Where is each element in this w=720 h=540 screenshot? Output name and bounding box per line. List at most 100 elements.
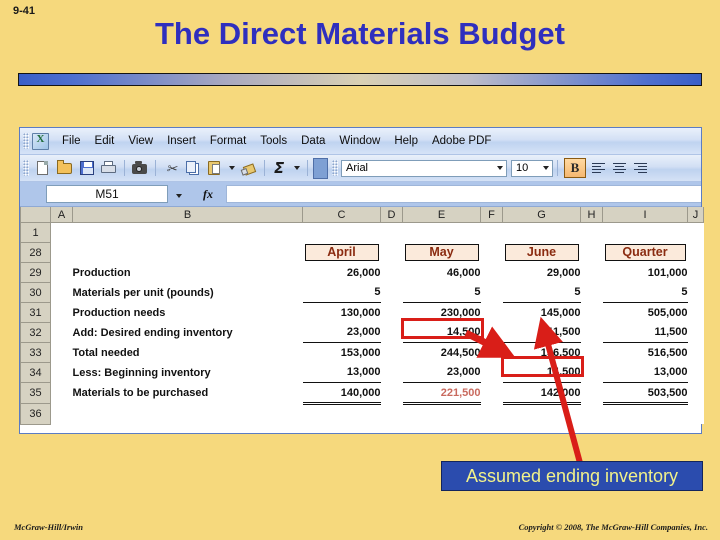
beginning-inventory-quarter[interactable]: 13,000: [602, 362, 688, 383]
autosum-sigma-icon[interactable]: Σ: [270, 159, 290, 178]
cell-blank[interactable]: [380, 222, 403, 243]
column-header-b[interactable]: B: [72, 207, 303, 223]
cell-blank[interactable]: [480, 362, 503, 383]
cell-blank[interactable]: [50, 242, 73, 263]
cell-blank[interactable]: [380, 282, 403, 303]
row-label-production[interactable]: Production: [72, 262, 303, 283]
menu-item-tools[interactable]: Tools: [253, 133, 294, 149]
spreadsheet-grid[interactable]: A B C D E F G H I J 1 28 April May June …: [20, 207, 704, 425]
insert-function-icon[interactable]: fx: [190, 187, 226, 202]
cell-blank[interactable]: [580, 262, 603, 283]
desired-ending-inventory-quarter[interactable]: 11,500: [602, 322, 688, 343]
cell-blank[interactable]: [687, 342, 704, 363]
cell-blank[interactable]: [50, 382, 73, 404]
cell-blank[interactable]: [687, 362, 704, 383]
cell-blank[interactable]: [480, 342, 503, 363]
total-needed-june[interactable]: 156,500: [502, 342, 581, 363]
materials-purchased-may[interactable]: 221,500: [402, 382, 481, 405]
cell-blank[interactable]: [480, 282, 503, 303]
cut-scissors-icon[interactable]: ✂: [161, 159, 181, 178]
materials-purchased-quarter[interactable]: 503,500: [602, 382, 688, 405]
cell-blank[interactable]: [72, 403, 303, 424]
period-header-quarter[interactable]: Quarter: [602, 242, 688, 263]
production-needs-quarter[interactable]: 505,000: [602, 302, 688, 323]
cell-blank[interactable]: [380, 403, 403, 424]
cell-blank[interactable]: [687, 382, 704, 404]
period-header-may[interactable]: May: [402, 242, 481, 263]
cell-blank[interactable]: [580, 403, 603, 424]
new-document-icon[interactable]: [33, 159, 53, 178]
row-header-34[interactable]: 34: [20, 362, 51, 383]
beginning-inventory-may[interactable]: 23,000: [402, 362, 481, 383]
cell-blank[interactable]: [687, 282, 704, 303]
menu-item-adobe-pdf[interactable]: Adobe PDF: [425, 133, 498, 149]
desired-ending-inventory-june[interactable]: 11,500: [502, 322, 581, 343]
column-header-j[interactable]: J: [687, 207, 704, 223]
cell-blank[interactable]: [50, 322, 73, 343]
cell-blank[interactable]: [602, 222, 688, 243]
materials-per-unit-may[interactable]: 5: [402, 282, 481, 303]
font-name-select[interactable]: Arial: [341, 159, 507, 177]
materials-per-unit-june[interactable]: 5: [502, 282, 581, 303]
copy-icon[interactable]: [183, 159, 203, 178]
cell-blank[interactable]: [302, 403, 381, 424]
period-header-april[interactable]: April: [302, 242, 381, 263]
cell-blank[interactable]: [687, 302, 704, 323]
cell-blank[interactable]: [72, 222, 303, 243]
cell-blank[interactable]: [50, 342, 73, 363]
row-header-31[interactable]: 31: [20, 302, 51, 323]
column-header-e[interactable]: E: [402, 207, 481, 223]
cell-blank[interactable]: [580, 322, 603, 343]
cell-blank[interactable]: [480, 262, 503, 283]
cell-blank[interactable]: [50, 403, 73, 424]
row-header-30[interactable]: 30: [20, 282, 51, 303]
cell-blank[interactable]: [687, 222, 704, 243]
paste-icon[interactable]: [205, 159, 225, 178]
row-header-35[interactable]: 35: [20, 382, 51, 404]
row-header-32[interactable]: 32: [20, 322, 51, 343]
cell-blank[interactable]: [50, 302, 73, 323]
format-painter-icon[interactable]: [239, 159, 259, 178]
toolbar-overflow-icon[interactable]: [313, 157, 328, 179]
materials-purchased-june[interactable]: 142,000: [502, 382, 581, 405]
row-header-36[interactable]: 36: [20, 403, 51, 425]
cell-blank[interactable]: [480, 222, 503, 243]
cell-blank[interactable]: [580, 302, 603, 323]
cell-blank[interactable]: [302, 222, 381, 243]
row-header-1[interactable]: 1: [20, 222, 51, 243]
cell-blank[interactable]: [480, 242, 503, 263]
menu-item-help[interactable]: Help: [387, 133, 425, 149]
cell-blank[interactable]: [687, 403, 704, 424]
formula-input[interactable]: [226, 185, 701, 203]
menu-item-format[interactable]: Format: [203, 133, 253, 149]
desired-ending-inventory-may[interactable]: 14,500: [402, 322, 481, 343]
cell-blank[interactable]: [72, 242, 303, 263]
column-header-c[interactable]: C: [302, 207, 381, 223]
menu-item-view[interactable]: View: [121, 133, 160, 149]
row-label-beginning-inventory[interactable]: Less: Beginning inventory: [72, 362, 303, 383]
total-needed-quarter[interactable]: 516,500: [602, 342, 688, 363]
name-box-chevron-down-icon[interactable]: [168, 185, 190, 203]
cell-blank[interactable]: [602, 403, 688, 424]
cell-blank[interactable]: [50, 222, 73, 243]
camera-icon[interactable]: [130, 159, 150, 178]
column-header-f[interactable]: F: [480, 207, 503, 223]
cell-blank[interactable]: [502, 222, 581, 243]
cell-blank[interactable]: [687, 322, 704, 343]
cell-blank[interactable]: [687, 262, 704, 283]
menu-item-data[interactable]: Data: [294, 133, 332, 149]
save-disk-icon[interactable]: [77, 159, 97, 178]
column-header-g[interactable]: G: [502, 207, 581, 223]
beginning-inventory-april[interactable]: 13,000: [302, 362, 381, 383]
font-size-chevron-down-icon[interactable]: [543, 166, 549, 170]
column-header-i[interactable]: I: [602, 207, 688, 223]
row-label-materials-per-unit[interactable]: Materials per unit (pounds): [72, 282, 303, 303]
materials-per-unit-quarter[interactable]: 5: [602, 282, 688, 303]
bold-button[interactable]: B: [564, 158, 586, 178]
cell-blank[interactable]: [50, 282, 73, 303]
beginning-inventory-june[interactable]: 14,500: [502, 362, 581, 383]
period-header-june[interactable]: June: [502, 242, 581, 263]
menu-item-file[interactable]: File: [55, 133, 88, 149]
production-needs-june[interactable]: 145,000: [502, 302, 581, 323]
cell-blank[interactable]: [50, 262, 73, 283]
